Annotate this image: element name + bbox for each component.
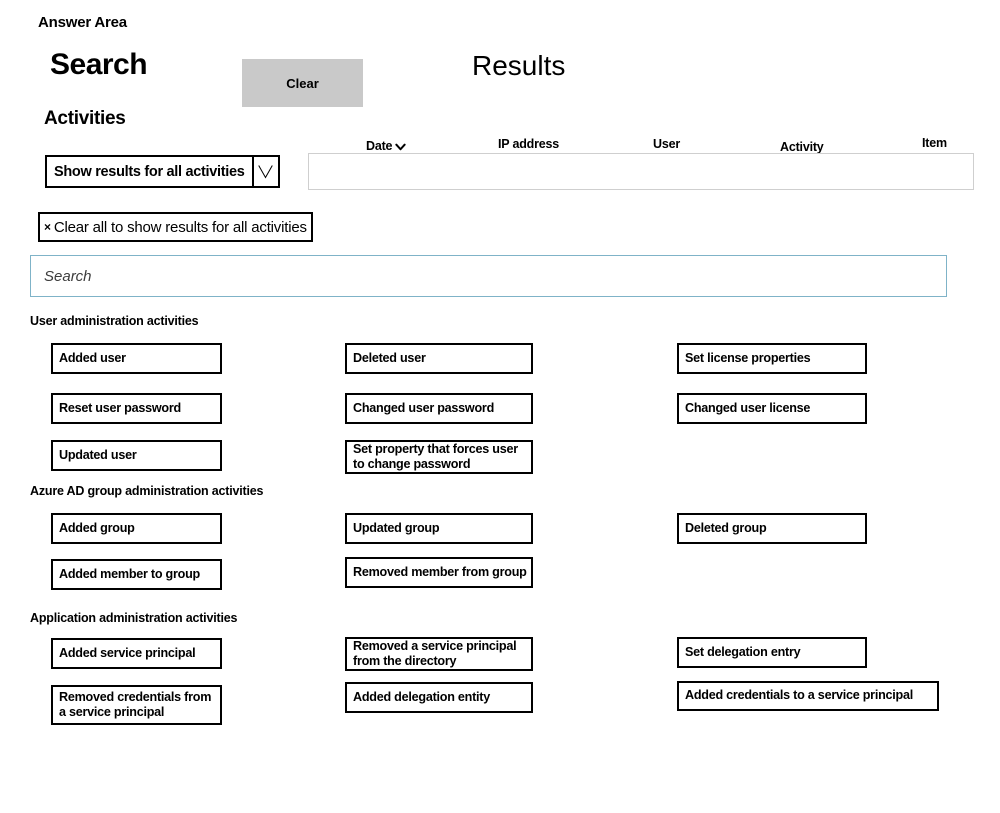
- activity-option-box[interactable]: Deleted user: [345, 343, 533, 374]
- close-x-icon[interactable]: ×: [44, 221, 51, 233]
- activity-option-label: Added user: [59, 350, 126, 365]
- activity-option-label: Updated group: [353, 520, 440, 535]
- activity-option-label: Changed user password: [353, 400, 495, 415]
- clear-all-filter-chip[interactable]: × Clear all to show results for all acti…: [38, 212, 313, 242]
- activity-option-label: Added service principal: [59, 645, 196, 660]
- activity-option-label: Changed user license: [685, 400, 811, 415]
- activity-option-label: Added member to group: [59, 566, 200, 581]
- results-column-header[interactable]: Date: [366, 139, 406, 153]
- activity-option-box[interactable]: Removed member from group: [345, 557, 533, 588]
- results-column-header: Activity: [780, 140, 824, 154]
- activity-filter-value: Show results for all activities: [45, 155, 253, 188]
- activity-option-label: Set license properties: [685, 350, 811, 365]
- activity-option-box[interactable]: Removed a service principal from the dir…: [345, 637, 533, 671]
- results-column-header-label: Item: [922, 136, 947, 150]
- activity-option-box[interactable]: Updated user: [51, 440, 222, 471]
- results-column-header-label: IP address: [498, 137, 560, 151]
- activity-option-box[interactable]: Reset user password: [51, 393, 222, 424]
- clear-all-chip-label: Clear all to show results for all activi…: [53, 218, 307, 236]
- activity-option-label: Added credentials to a service principal: [685, 688, 913, 703]
- activity-option-label: Set delegation entry: [685, 644, 801, 659]
- activity-option-box[interactable]: Added user: [51, 343, 222, 374]
- clear-button-label: Clear: [286, 75, 319, 91]
- activity-option-box[interactable]: Set license properties: [677, 343, 867, 374]
- activity-option-label: Added delegation entity: [353, 689, 490, 704]
- activity-option-label: Deleted group: [685, 520, 767, 535]
- results-column-header: IP address: [498, 137, 559, 151]
- chevron-down-icon: [258, 165, 273, 179]
- activity-option-box[interactable]: Added group: [51, 513, 222, 544]
- results-column-header-label: User: [653, 137, 680, 151]
- activity-option-box[interactable]: Set delegation entry: [677, 637, 867, 668]
- activity-section-label: Azure AD group administration activities: [30, 484, 264, 498]
- activity-option-box[interactable]: Added member to group: [51, 559, 222, 590]
- activity-option-box[interactable]: Changed user password: [345, 393, 533, 424]
- clear-button[interactable]: Clear: [242, 59, 363, 107]
- activity-section-label: Application administration activities: [30, 611, 238, 625]
- activity-option-label: Removed member from group: [353, 564, 527, 579]
- activity-option-label: Updated user: [59, 447, 137, 462]
- activity-option-label: Removed a service principal from the dir…: [353, 638, 517, 668]
- activity-filter-toggle[interactable]: [252, 155, 280, 188]
- activity-option-box[interactable]: Set property that forces user to change …: [345, 440, 533, 474]
- search-input[interactable]: Search: [30, 255, 947, 297]
- activity-filter-dropdown[interactable]: Show results for all activities: [45, 155, 280, 188]
- activity-option-box[interactable]: Added service principal: [51, 638, 222, 669]
- answer-area-label: Answer Area: [38, 14, 127, 31]
- search-panel-title: Search: [50, 48, 148, 81]
- activity-option-label: Removed credentials from a service princ…: [59, 689, 212, 719]
- results-column-header: Item: [922, 136, 947, 150]
- activity-option-label: Reset user password: [59, 400, 181, 415]
- activity-option-box[interactable]: Deleted group: [677, 513, 867, 544]
- activity-section-label: User administration activities: [30, 314, 199, 328]
- results-column-header-label: Date: [366, 139, 393, 153]
- activities-label: Activities: [44, 108, 126, 129]
- results-column-header-label: Activity: [780, 140, 824, 154]
- activity-option-box[interactable]: Added delegation entity: [345, 682, 533, 713]
- activity-option-box[interactable]: Removed credentials from a service princ…: [51, 685, 222, 725]
- results-table[interactable]: [308, 153, 974, 190]
- activity-option-label: Added group: [59, 520, 135, 535]
- results-column-header: User: [653, 137, 680, 151]
- activity-option-box[interactable]: Added credentials to a service principal: [677, 681, 939, 711]
- activity-option-label: Set property that forces user to change …: [353, 441, 518, 471]
- activity-option-box[interactable]: Changed user license: [677, 393, 867, 424]
- results-panel-title: Results: [472, 50, 566, 81]
- activity-option-label: Deleted user: [353, 350, 426, 365]
- search-input-placeholder: Search: [44, 267, 92, 285]
- chevron-down-icon[interactable]: [395, 141, 406, 152]
- activity-option-box[interactable]: Updated group: [345, 513, 533, 544]
